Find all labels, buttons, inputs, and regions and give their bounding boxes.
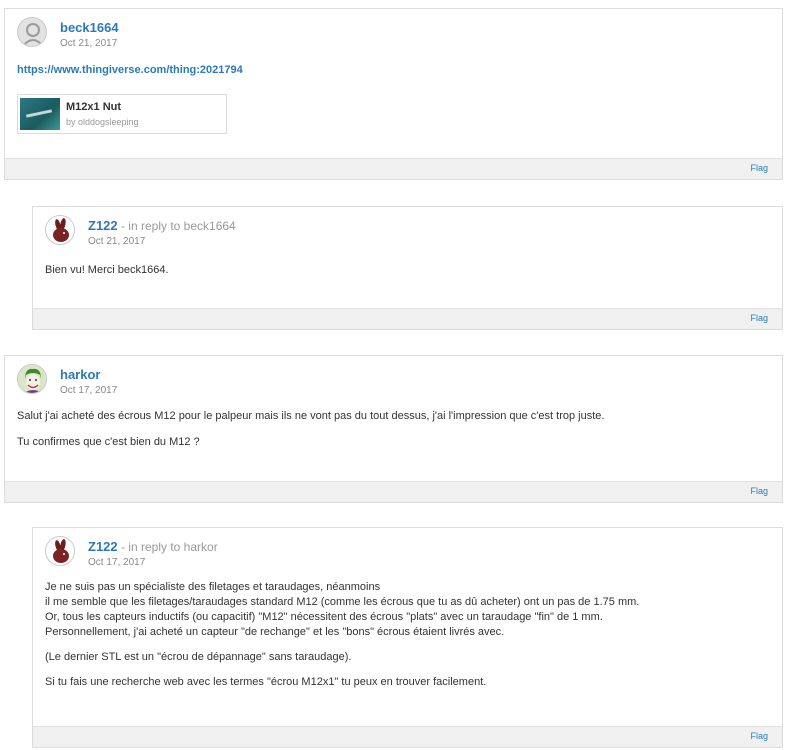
thing-title: M12x1 Nut — [66, 101, 122, 113]
flag-link[interactable]: Flag — [750, 486, 768, 496]
flag-link[interactable]: Flag — [750, 313, 768, 323]
reply-to-user[interactable]: harkor — [184, 540, 218, 554]
comment-date: Oct 21, 2017 — [60, 38, 118, 49]
author-name[interactable]: Z122 — [88, 218, 118, 233]
comment-reply-card: Z122 - in reply to beck1664 Oct 21, 2017… — [32, 206, 783, 330]
comment-body: https://www.thingiverse.com/thing:202179… — [17, 63, 243, 78]
thing-link[interactable]: https://www.thingiverse.com/thing:202179… — [17, 64, 243, 76]
comment-paragraph: (Le dernier STL est un "écrou de dépanna… — [45, 651, 352, 663]
comment-date: Oct 21, 2017 — [88, 236, 146, 247]
comment-author[interactable]: harkor — [60, 367, 100, 382]
comment-card: harkor Oct 17, 2017 Salut j'ai acheté de… — [4, 355, 783, 503]
avatar-joker-icon[interactable] — [17, 364, 47, 394]
flag-link[interactable]: Flag — [750, 731, 768, 741]
comment-footer: Flag — [5, 158, 782, 179]
comment-author: Z122 - in reply to beck1664 — [88, 218, 236, 233]
comment-body: Bien vu! Merci beck1664. — [45, 263, 169, 278]
thing-preview-card[interactable]: M12x1 Nut by olddogsleeping — [17, 94, 227, 134]
thing-author: by olddogsleeping — [66, 117, 139, 127]
reply-prefix: - in reply to — [117, 540, 184, 554]
comment-paragraph: Salut j'ai acheté des écrous M12 pour le… — [17, 410, 605, 422]
thing-thumbnail — [20, 98, 60, 130]
reply-prefix: - in reply to — [117, 219, 184, 233]
flag-link[interactable]: Flag — [750, 163, 768, 173]
avatar-rabbit-icon[interactable] — [45, 215, 75, 245]
comment-footer: Flag — [5, 481, 782, 502]
comment-line: il me semble que les filetages/taraudage… — [45, 596, 640, 608]
comment-author: Z122 - in reply to harkor — [88, 539, 218, 554]
comment-body: Je ne suis pas un spécialiste des fileta… — [45, 580, 639, 690]
avatar-default-icon[interactable] — [17, 17, 47, 47]
comment-author[interactable]: beck1664 — [60, 20, 119, 35]
comment-paragraph: Tu confirmes que c'est bien du M12 ? — [17, 436, 200, 448]
comment-reply-card: Z122 - in reply to harkor Oct 17, 2017 J… — [32, 527, 783, 748]
comment-line: Or, tous les capteurs inductifs (ou capa… — [45, 611, 603, 623]
comment-card: beck1664 Oct 21, 2017 https://www.thingi… — [4, 8, 783, 180]
comment-paragraph: Si tu fais une recherche web avec les te… — [45, 676, 487, 688]
comment-body: Salut j'ai acheté des écrous M12 pour le… — [17, 409, 604, 450]
avatar-rabbit-icon[interactable] — [45, 536, 75, 566]
comment-date: Oct 17, 2017 — [88, 557, 146, 568]
comment-paragraph: Bien vu! Merci beck1664. — [45, 264, 169, 276]
comment-date: Oct 17, 2017 — [60, 385, 118, 396]
reply-to-user[interactable]: beck1664 — [184, 219, 236, 233]
comment-footer: Flag — [33, 308, 782, 329]
comment-line: Je ne suis pas un spécialiste des fileta… — [45, 581, 381, 593]
author-name[interactable]: Z122 — [88, 539, 118, 554]
comment-line: Personnellement, j'ai acheté un capteur … — [45, 626, 505, 638]
comment-footer: Flag — [33, 726, 782, 747]
